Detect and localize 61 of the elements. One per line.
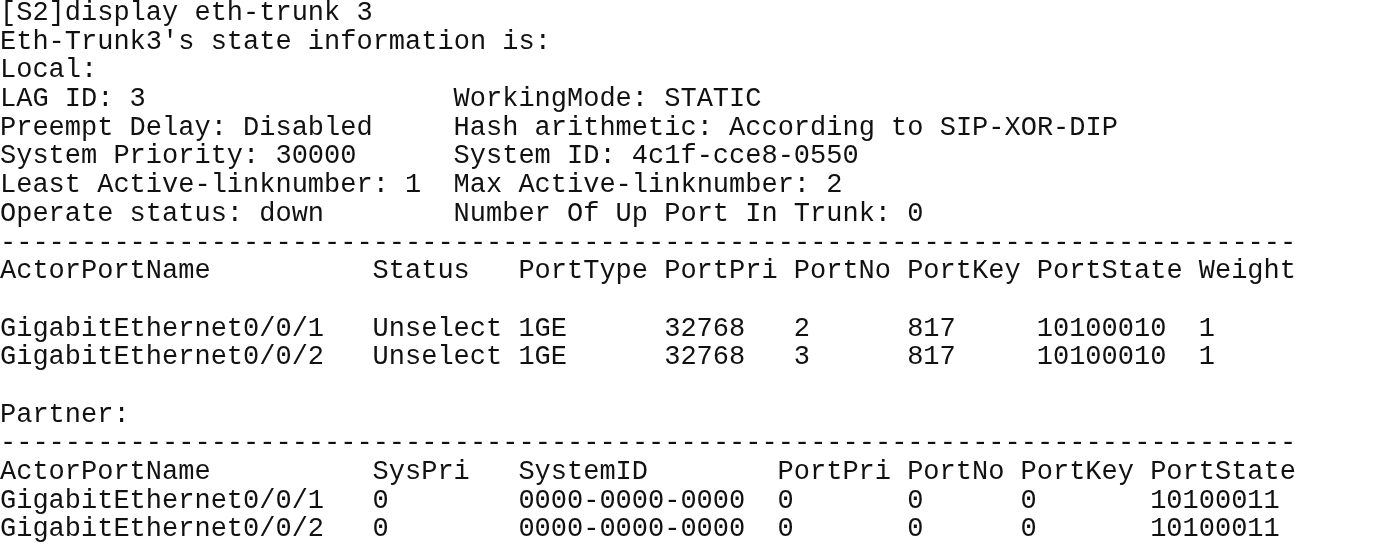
info-field: Operate status: down — [0, 199, 454, 229]
table-cell-text: 0 — [777, 515, 795, 545]
table-cell-text: 1 — [1198, 314, 1216, 344]
table-cell-text: 0 — [1020, 486, 1038, 516]
column-header: PortPri — [777, 458, 892, 487]
column-header: SystemID — [518, 458, 649, 487]
separator-line: -------------------------------------------------------------------------------- — [0, 228, 1297, 258]
table-cell-text: 32768 — [664, 343, 747, 372]
table-cell-text: 0 — [372, 486, 390, 516]
info-field: LAG ID: 3 — [0, 85, 454, 114]
column-header: ActorPortName — [0, 458, 212, 487]
table-cell-text: GigabitEthernet0/0/1 — [0, 314, 326, 344]
table-cell-text: 1GE — [518, 343, 568, 372]
table-cell-text: 32768 — [664, 314, 747, 344]
table-cell-text: 10100010 — [1036, 343, 1168, 372]
info-field: WorkingMode: STATIC — [453, 85, 762, 114]
table-cell-text: 0 — [372, 515, 390, 545]
table-cell-text: 0 — [907, 486, 925, 516]
table-cell-text: 817 — [907, 314, 957, 344]
table-cell-text: 0000-0000-0000 — [518, 486, 747, 516]
table-cell-text: Unselect — [372, 343, 504, 372]
table-cell-text: 1 — [1198, 343, 1216, 372]
table-cell-text: 3 — [793, 343, 811, 372]
section-label: Local: — [0, 56, 98, 86]
separator-line: -------------------------------------------------------------------------------- — [0, 429, 1297, 458]
info-field: Max Active-linknumber: 2 — [453, 171, 843, 200]
table-cell-text: GigabitEthernet0/0/1 — [0, 486, 326, 516]
output-title: Eth-Trunk3's state information is: — [0, 27, 551, 57]
table-cell-text: Unselect — [372, 314, 504, 344]
column-header: PortNo — [793, 257, 892, 286]
section-label: Partner: — [0, 400, 130, 430]
table-cell-text: 1GE — [518, 314, 568, 344]
table-cell-text: 0000-0000-0000 — [518, 515, 747, 545]
table-cell-text: 817 — [907, 343, 957, 372]
column-header: PortPri — [664, 257, 779, 286]
info-field: Preempt Delay: Disabled — [0, 113, 454, 143]
table-cell-text: GigabitEthernet0/0/2 — [0, 343, 326, 372]
info-field: Number Of Up Port In Trunk: 0 — [453, 199, 924, 229]
column-header: PortState — [1036, 257, 1184, 286]
column-header: SysPri — [372, 458, 471, 487]
column-header: Weight — [1198, 257, 1296, 286]
column-header: PortNo — [907, 458, 1006, 487]
table-cell-text: 0 — [907, 515, 925, 545]
info-field: Hash arithmetic: According to SIP-XOR-DIP — [453, 113, 1118, 143]
table-cell-text: 10100011 — [1150, 515, 1281, 545]
table-cell-text: 10100010 — [1036, 314, 1168, 344]
info-field: Least Active-linknumber: 1 — [0, 171, 454, 200]
column-header: PortKey — [907, 257, 1022, 286]
column-header: PortKey — [1020, 458, 1135, 487]
table-cell-text: 2 — [793, 314, 811, 344]
table-cell-text: 0 — [1020, 515, 1038, 545]
column-header: PortState — [1150, 458, 1296, 487]
column-header: PortType — [518, 257, 649, 286]
command-line: [S2]display eth-trunk 3 — [0, 0, 373, 28]
column-header: Status — [372, 257, 471, 286]
table-cell-text: 10100011 — [1150, 486, 1281, 516]
info-field: System ID: 4c1f-cce8-0550 — [453, 142, 859, 172]
table-cell-text: GigabitEthernet0/0/2 — [0, 515, 326, 545]
table-cell-text: 0 — [777, 486, 795, 516]
info-field: System Priority: 30000 — [0, 142, 454, 172]
column-header: ActorPortName — [0, 257, 212, 286]
